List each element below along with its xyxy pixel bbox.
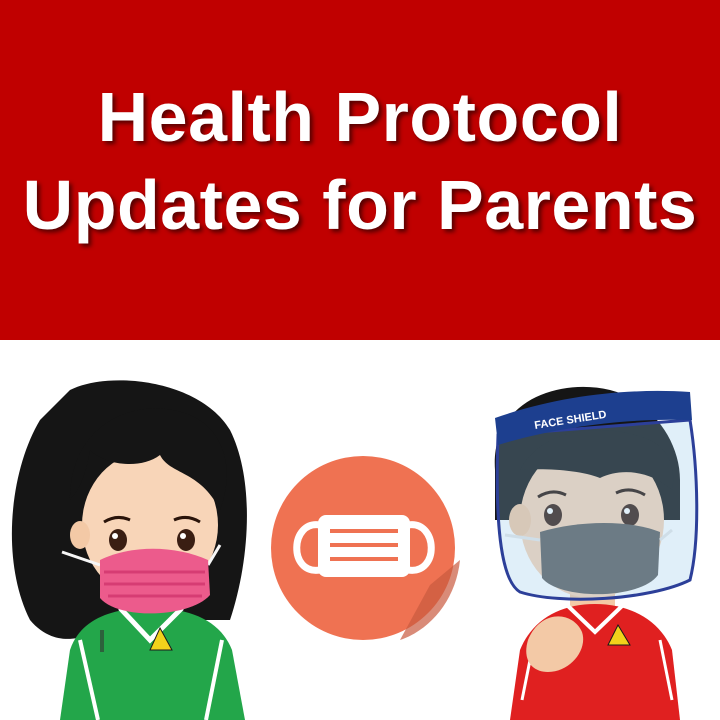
- title-banner: Health Protocol Updates for Parents: [0, 0, 720, 340]
- banner-title: Health Protocol Updates for Parents: [23, 73, 698, 249]
- girl-illustration: [11, 380, 247, 720]
- face-mask-icon: [271, 456, 460, 640]
- face-shield-visor: [495, 418, 699, 601]
- title-line-2: Updates for Parents: [22, 166, 698, 244]
- pink-mask: [100, 548, 210, 614]
- title-line-1: Health Protocol: [97, 78, 623, 156]
- illustration-scene: FACE SHIELD: [0, 340, 720, 720]
- boy-illustration: [494, 386, 699, 720]
